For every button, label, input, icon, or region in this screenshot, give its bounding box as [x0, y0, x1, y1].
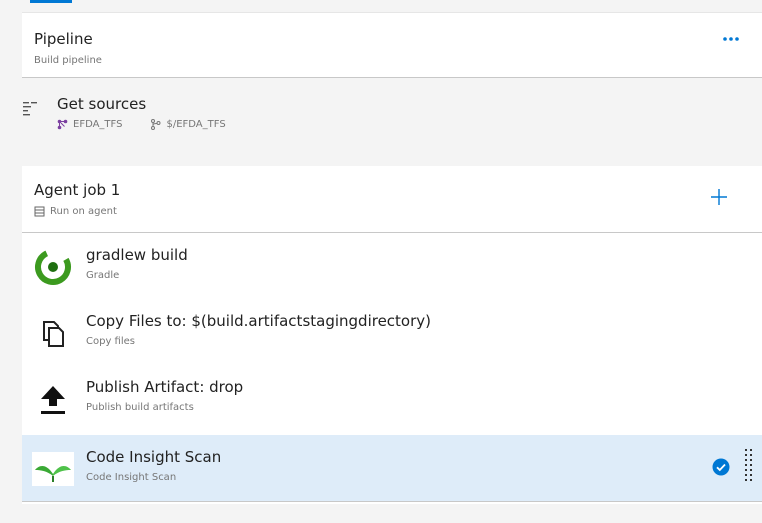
task-type: Copy files: [86, 336, 135, 347]
task-name: Copy Files to: $(build.artifactstagingdi…: [86, 312, 431, 330]
get-sources-meta: EFDA_TFS $/EFDA_TFS: [57, 119, 254, 130]
get-sources-row[interactable]: Get sources EFDA_TFS $/EFDA_TFS: [0, 88, 762, 142]
agent-job-subtitle: Run on agent: [50, 206, 117, 217]
code-insight-icon: [32, 452, 74, 486]
branch-path: $/EFDA_TFS: [166, 119, 226, 130]
task-type: Code Insight Scan: [86, 472, 177, 483]
server-icon: [34, 206, 45, 217]
task-code-insight-scan[interactable]: Code Insight Scan Code Insight Scan: [22, 435, 762, 502]
active-tab-indicator: [30, 0, 72, 3]
get-sources-icon: [23, 102, 37, 116]
agent-job-header[interactable]: Agent job 1 Run on agent: [22, 166, 762, 233]
drag-handle-icon[interactable]: [745, 449, 753, 485]
check-circle-icon: [712, 458, 730, 476]
task-name: Publish Artifact: drop: [86, 378, 244, 396]
task-name: Code Insight Scan: [86, 448, 222, 466]
task-name: gradlew build: [86, 246, 188, 264]
agent-job-subtitle-row: Run on agent: [34, 206, 117, 217]
repository-name: EFDA_TFS: [73, 119, 123, 130]
get-sources-title: Get sources: [57, 95, 147, 113]
pipeline-header[interactable]: Pipeline Build pipeline: [22, 12, 762, 78]
agent-job-title: Agent job 1: [34, 181, 121, 199]
repository-icon: [57, 119, 68, 130]
task-type: Publish build artifacts: [86, 402, 194, 413]
task-publish-artifact[interactable]: Publish Artifact: drop Publish build art…: [22, 365, 762, 431]
task-gradlew-build[interactable]: gradlew build Gradle: [22, 233, 762, 299]
more-options-button[interactable]: [722, 33, 744, 47]
agent-job-panel: Agent job 1 Run on agent gradlew build G…: [22, 166, 762, 504]
upload-icon: [41, 386, 65, 414]
task-copy-files[interactable]: Copy Files to: $(build.artifactstagingdi…: [22, 299, 762, 365]
copy-files-icon: [43, 321, 64, 347]
pipeline-title: Pipeline: [34, 30, 93, 48]
gradle-icon: [35, 249, 71, 285]
pipeline-subtitle: Build pipeline: [34, 55, 102, 66]
ellipsis-icon: [723, 37, 739, 41]
branch-icon: [151, 119, 161, 130]
task-type: Gradle: [86, 270, 120, 281]
plus-icon[interactable]: [708, 186, 730, 208]
